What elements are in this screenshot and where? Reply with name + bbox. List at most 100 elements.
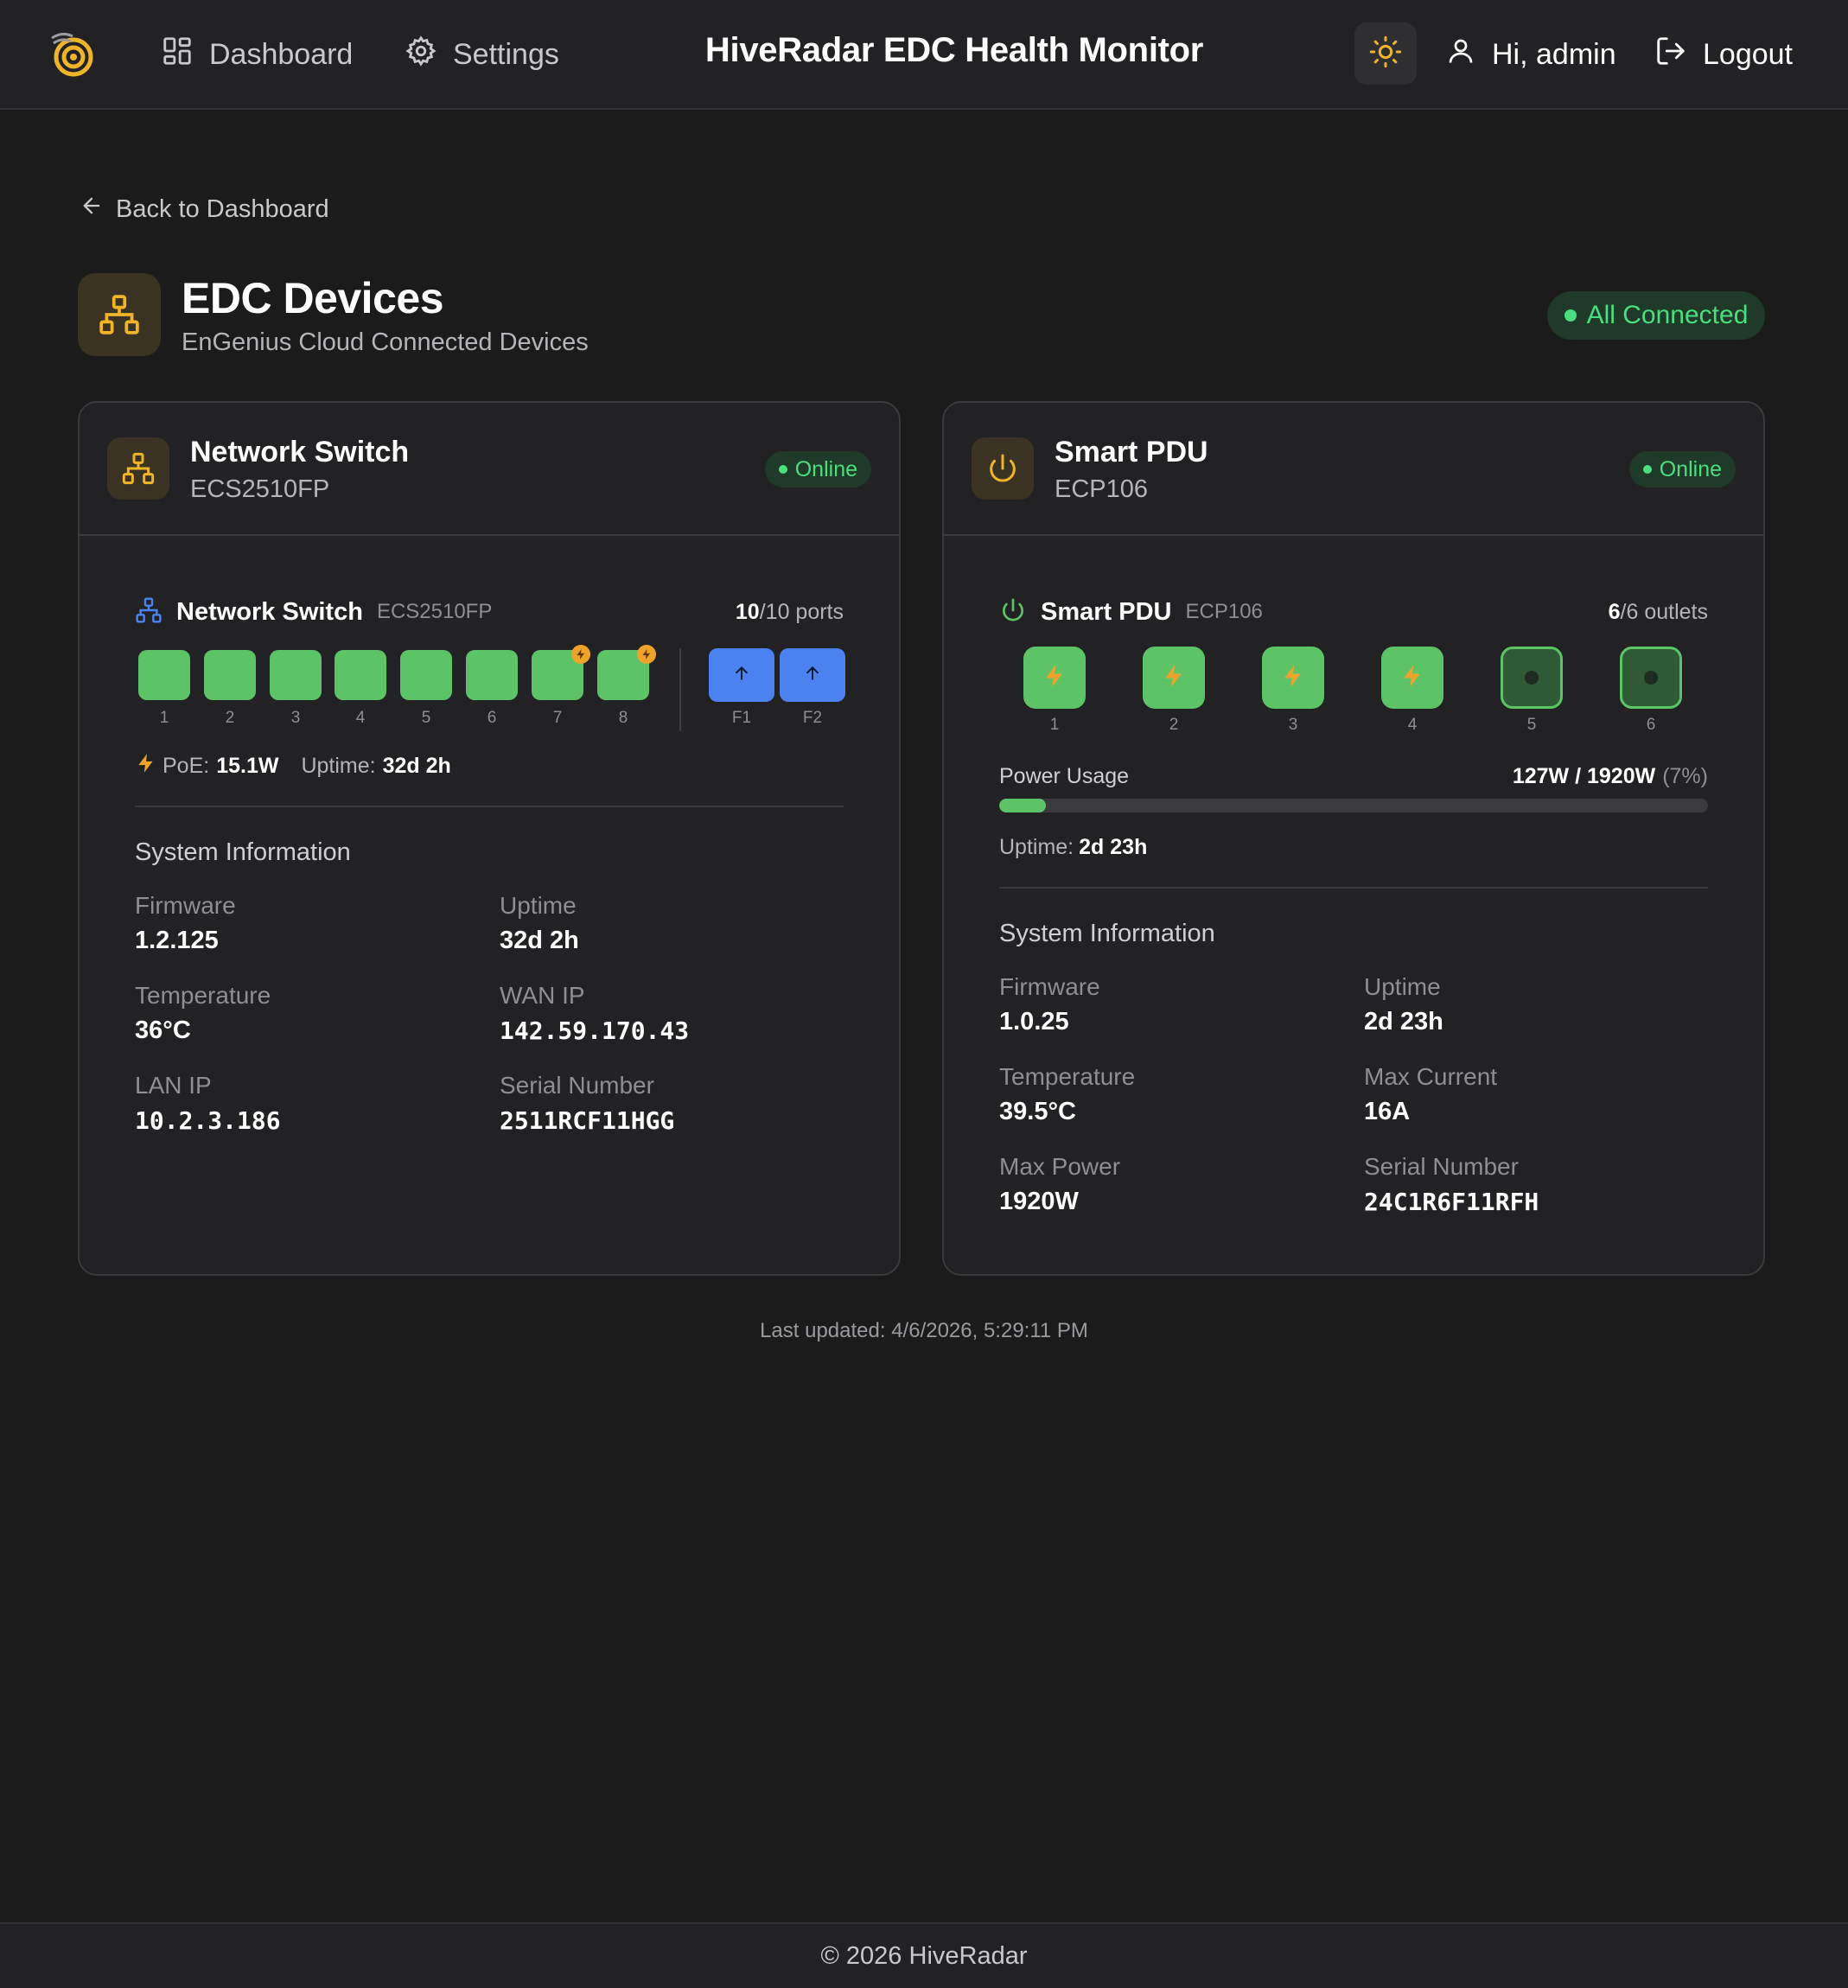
switch-subheader-name: Network Switch <box>176 597 363 626</box>
serial-number-label: Serial Number <box>500 1072 654 1099</box>
outlet-number: 2 <box>1169 716 1179 734</box>
temperature-label: Temperature <box>135 982 271 1009</box>
pdu-subheader-name: Smart PDU <box>1041 597 1172 626</box>
switch-port[interactable] <box>204 650 256 700</box>
switch-port[interactable] <box>138 650 190 700</box>
max-current-label: Max Current <box>1364 1063 1498 1090</box>
footer: © 2026 HiveRadar <box>0 1922 1848 1988</box>
switch-port[interactable] <box>532 645 590 700</box>
switch-port-number: 3 <box>290 709 301 727</box>
power-usage-fill <box>999 799 1047 812</box>
pdu-outlet[interactable] <box>1023 647 1086 709</box>
outlet-number: 5 <box>1526 716 1537 734</box>
switch-port-number: 7 <box>552 709 563 727</box>
switch-port[interactable] <box>597 645 656 700</box>
user-greeting: Hi, admin <box>1492 37 1616 71</box>
switch-port[interactable] <box>466 650 518 700</box>
idle-outlet-icon <box>1525 671 1539 685</box>
pdu-outlet[interactable] <box>1501 647 1563 709</box>
logout-button[interactable]: Logout <box>1654 33 1793 76</box>
uptime-value: 2d 23h <box>1364 1008 1443 1035</box>
temperature-value: 36°C <box>135 1016 191 1044</box>
logout-icon <box>1654 35 1687 75</box>
port-divider <box>679 648 681 731</box>
sfp-port-label: F2 <box>802 709 823 727</box>
switch-port-number: 4 <box>355 709 366 727</box>
uptime-label: Uptime: <box>999 835 1074 859</box>
status-dot <box>778 465 787 474</box>
firmware-label: Firmware <box>135 892 236 919</box>
uptime-label: Uptime: <box>301 754 376 778</box>
outlets-active: 6 <box>1608 599 1621 624</box>
outlet-number: 4 <box>1407 716 1418 734</box>
last-updated: Last updated: 4/6/2026, 5:29:11 PM <box>760 1319 1088 1342</box>
max-power-value: 1920W <box>999 1188 1079 1215</box>
switch-port-header: Network Switch ECS2510FP 10/10 ports <box>135 595 844 629</box>
sfp-uplink-port[interactable] <box>780 648 845 702</box>
outlet-number: 1 <box>1049 716 1060 734</box>
firmware-value: 1.0.25 <box>999 1008 1069 1035</box>
firmware-label: Firmware <box>999 973 1100 1000</box>
switch-port-number: 6 <box>487 709 497 727</box>
power-usage-bar <box>999 799 1708 812</box>
lan-ip-value: 10.2.3.186 <box>135 1106 281 1135</box>
outlet-number: 6 <box>1646 716 1656 734</box>
firmware-value: 1.2.125 <box>135 927 219 954</box>
uptime-label: Uptime <box>500 892 577 919</box>
switch-port[interactable] <box>270 650 322 700</box>
connection-status-label: All Connected <box>1586 301 1749 329</box>
user-menu[interactable]: Hi, admin <box>1445 33 1616 76</box>
status-badge: Online <box>764 451 871 487</box>
power-icon <box>972 437 1034 500</box>
pdu-outlet-header: Smart PDU ECP106 6/6 outlets <box>999 595 1708 629</box>
switch-port[interactable] <box>400 650 452 700</box>
lightning-icon <box>135 752 162 781</box>
switch-subheader-model: ECS2510FP <box>376 600 493 623</box>
power-usage-value: 127W / 1920W (7%) <box>1513 764 1708 789</box>
idle-outlet-icon <box>1644 671 1658 685</box>
temperature-label: Temperature <box>999 1063 1136 1090</box>
lightning-icon <box>1399 663 1425 693</box>
lightning-icon <box>1161 663 1187 693</box>
network-switch-card: Network Switch ECS2510FP Online Network … <box>78 401 901 1276</box>
system-info-title: System Information <box>135 838 351 866</box>
pdu-subheader-model: ECP106 <box>1185 600 1263 623</box>
arrow-up-icon <box>804 665 821 686</box>
system-info-title: System Information <box>999 920 1215 947</box>
pdu-outlet[interactable] <box>1381 647 1443 709</box>
card-header: Network Switch ECS2510FP Online <box>80 403 899 536</box>
copyright-text: © 2026 HiveRadar <box>820 1941 1028 1970</box>
switch-port-number: 8 <box>618 709 628 727</box>
user-icon <box>1445 35 1476 74</box>
serial-number-value: 2511RCF11HGG <box>500 1106 675 1135</box>
back-link-label: Back to Dashboard <box>116 194 329 223</box>
section-divider <box>999 887 1708 889</box>
pdu-outlet[interactable] <box>1262 647 1324 709</box>
lightning-icon <box>1280 663 1306 693</box>
sfp-uplink-port[interactable] <box>709 648 774 702</box>
switch-port[interactable] <box>335 650 386 700</box>
power-icon <box>999 596 1041 628</box>
status-label: Online <box>1659 456 1722 481</box>
switch-port-number: 2 <box>225 709 235 727</box>
power-usage-percent: (7%) <box>1662 763 1708 788</box>
status-dot <box>1564 309 1577 322</box>
ports-total: /10 ports <box>759 599 844 624</box>
status-dot <box>1642 465 1652 474</box>
max-power-label: Max Power <box>999 1153 1121 1180</box>
serial-number-label: Serial Number <box>1364 1153 1519 1180</box>
wan-ip-label: WAN IP <box>500 982 585 1009</box>
uptime-value: 2d 23h <box>1079 835 1148 859</box>
card-header: Smart PDU ECP106 Online <box>944 403 1763 536</box>
outlet-number: 3 <box>1288 716 1298 734</box>
pdu-outlet[interactable] <box>1620 647 1682 709</box>
smart-pdu-card: Smart PDU ECP106 Online Smart PDU ECP106… <box>942 401 1765 1276</box>
uptime-value: 32d 2h <box>382 754 451 778</box>
page-subtitle: EnGenius Cloud Connected Devices <box>182 328 589 356</box>
pdu-outlet[interactable] <box>1143 647 1205 709</box>
device-model: ECP106 <box>1055 475 1149 503</box>
arrow-left-icon <box>80 194 104 225</box>
top-navigation: Dashboard Settings HiveRadar EDC Health … <box>0 0 1848 110</box>
back-to-dashboard-link[interactable]: Back to Dashboard <box>80 194 329 225</box>
theme-toggle-button[interactable] <box>1354 22 1417 85</box>
